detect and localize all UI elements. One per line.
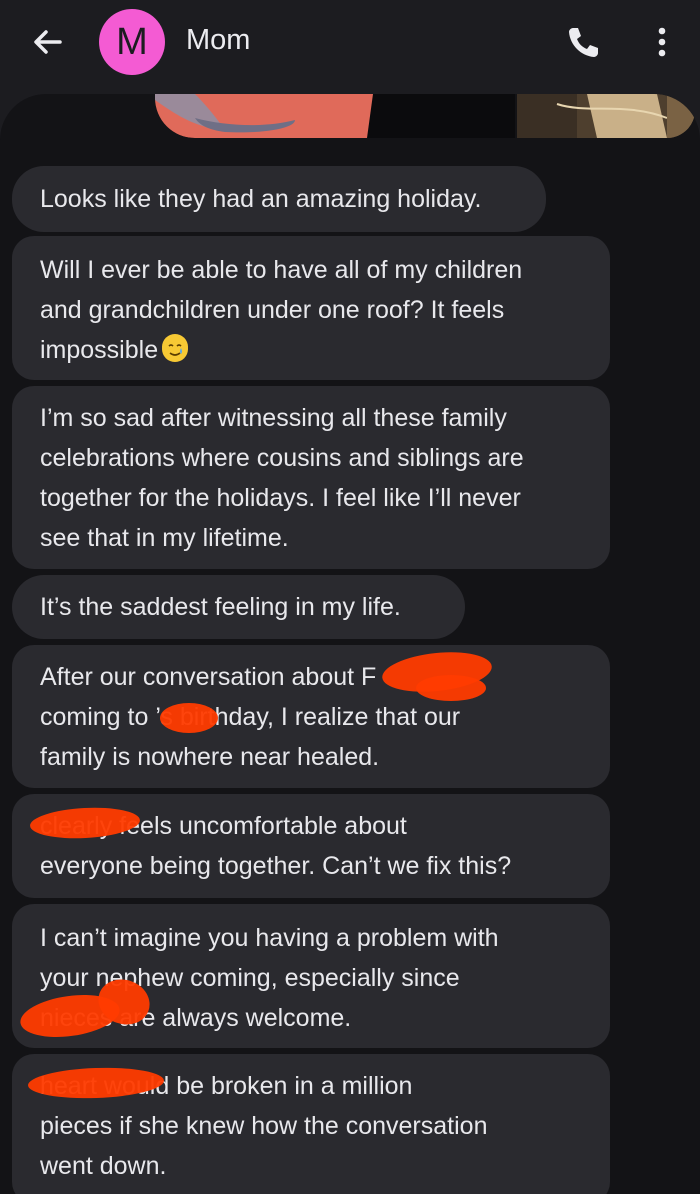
more-options-button[interactable] — [642, 22, 682, 62]
redaction-mark — [160, 703, 218, 733]
message-text: Will I ever be able to have all of my ch… — [40, 256, 523, 364]
more-vertical-icon — [658, 27, 666, 57]
message-bubble[interactable]: Will I ever be able to have all of my ch… — [12, 236, 610, 380]
message-bubble[interactable]: clearly feels uncomfortable about everyo… — [12, 794, 610, 898]
messages-screen: M Mom Looks like they had an amazing hol… — [0, 0, 700, 1194]
message-thread[interactable]: Looks like they had an amazing holiday. … — [0, 94, 700, 1194]
shared-photos[interactable] — [155, 94, 695, 138]
photo-thumbnail — [155, 94, 515, 138]
message-bubble[interactable]: heart would be broken in a million piece… — [12, 1054, 610, 1194]
message-text: Looks like they had an amazing holiday. — [40, 185, 482, 213]
arrow-left-icon — [34, 30, 62, 54]
shared-photo[interactable] — [517, 94, 695, 138]
photo-thumbnail — [517, 94, 695, 138]
message-bubble[interactable]: It’s the saddest feeling in my life. — [12, 575, 465, 639]
message-text: I’m so sad after witnessing all these fa… — [40, 404, 524, 552]
message-text: It’s the saddest feeling in my life. — [40, 593, 401, 621]
shared-photo[interactable] — [155, 94, 515, 138]
phone-icon — [569, 28, 598, 57]
contact-avatar[interactable]: M — [99, 9, 165, 75]
smiling-face-with-tear-icon — [162, 334, 189, 362]
message-bubble[interactable]: Looks like they had an amazing holiday. — [12, 166, 546, 232]
conversation-header: M Mom — [0, 0, 700, 86]
call-button[interactable] — [563, 22, 603, 62]
redaction-mark — [416, 675, 486, 701]
contact-name[interactable]: Mom — [186, 24, 250, 57]
message-bubble[interactable]: I’m so sad after witnessing all these fa… — [12, 386, 610, 569]
message-text: After our conversation about F coming to… — [40, 663, 461, 771]
back-button[interactable] — [28, 22, 68, 62]
message-bubble[interactable]: After our conversation about F coming to… — [12, 645, 610, 788]
message-bubble[interactable]: I can’t imagine you having a problem wit… — [12, 904, 610, 1048]
